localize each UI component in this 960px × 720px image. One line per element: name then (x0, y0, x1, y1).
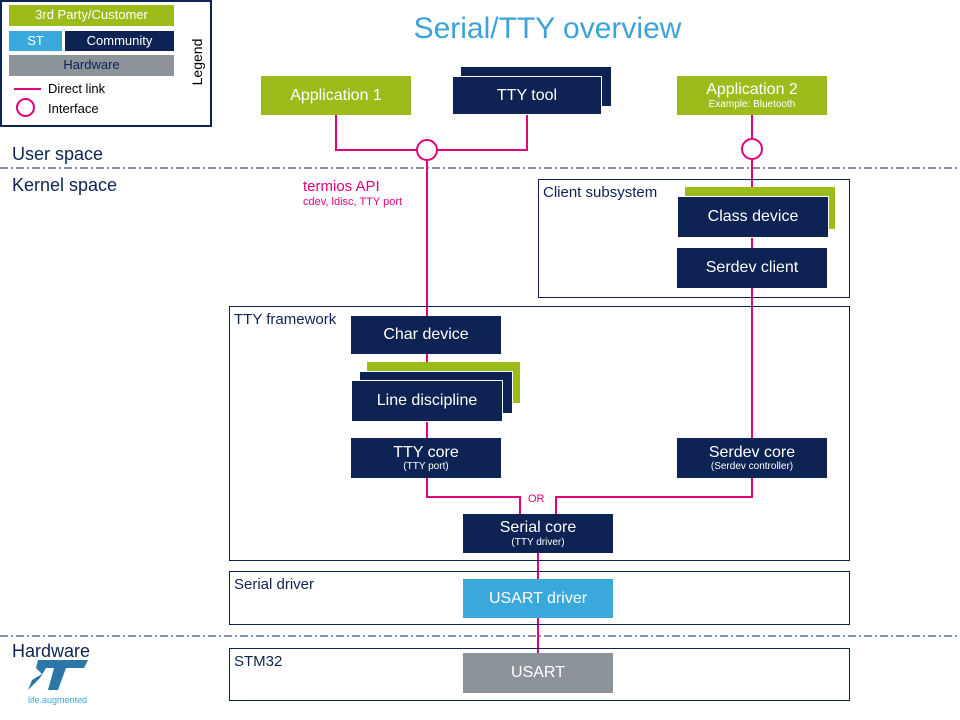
serial-core: Serial core (TTY driver) (463, 514, 613, 553)
serdev-client: Serdev client (677, 248, 827, 288)
application-2-label: Application 2 (706, 81, 798, 99)
interface-icon-termios (416, 139, 438, 161)
serial-core-sublabel: (TTY driver) (511, 536, 565, 548)
interface-icon (16, 98, 35, 117)
tty-core-label: TTY core (393, 443, 459, 461)
stm32-label: STM32 (234, 653, 283, 670)
legend-st: ST (9, 31, 62, 51)
class-device: Class device (677, 196, 829, 238)
legend-community: Community (65, 31, 174, 51)
legend-interface-label: Interface (48, 101, 99, 116)
tty-core: TTY core (TTY port) (351, 438, 501, 478)
legend-direct-link-label: Direct link (48, 81, 106, 96)
tty-tool: TTY tool (452, 76, 602, 115)
serial-core-label: Serial core (499, 519, 577, 537)
application-2: Application 2 Example: Bluetooth (677, 76, 827, 115)
hardware-space-label: Hardware (12, 641, 91, 661)
legend-hardware: Hardware (9, 55, 174, 76)
serial-driver-label: Serial driver (234, 576, 315, 593)
usart: USART (463, 653, 613, 693)
logo-text: life.augmented (28, 695, 88, 705)
legend: 3rd Party/Customer ST Community Hardware… (0, 0, 212, 127)
st-logo-icon (28, 660, 88, 690)
termios-api-label: termios API (303, 178, 380, 195)
client-subsystem-label: Client subsystem (543, 184, 658, 201)
tty-core-sublabel: (TTY port) (403, 461, 449, 473)
char-device: Char device (351, 316, 501, 354)
legend-third-party: 3rd Party/Customer (9, 5, 174, 26)
application-2-sublabel: Example: Bluetooth (708, 98, 796, 110)
page-title: Serial/TTY overview (413, 12, 682, 45)
user-space-label: User space (12, 144, 104, 164)
serdev-core-label: Serdev core (708, 443, 796, 461)
termios-api-sublabel: cdev, ldisc, TTY port (303, 196, 403, 208)
direct-link-icon (14, 88, 41, 90)
usart-driver: USART driver (463, 579, 613, 618)
kernel-space-label: Kernel space (12, 175, 118, 195)
serdev-core: Serdev core (Serdev controller) (677, 438, 827, 478)
or-label: OR (528, 493, 545, 505)
st-logo: life.augmented (28, 660, 92, 705)
line-discipline: Line discipline (351, 380, 503, 422)
application-1: Application 1 (261, 76, 411, 115)
tty-framework-label: TTY framework (234, 311, 337, 328)
interface-icon-app2 (741, 138, 763, 160)
serdev-core-sublabel: (Serdev controller) (710, 461, 794, 473)
legend-title: Legend (189, 38, 205, 86)
